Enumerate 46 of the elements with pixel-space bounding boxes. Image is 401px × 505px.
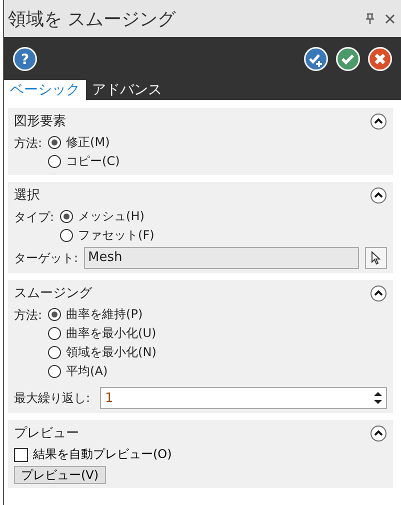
iterations-field[interactable]: 1 bbox=[100, 387, 387, 409]
spin-arrows-icon[interactable] bbox=[374, 391, 382, 405]
section-title: プレビュー bbox=[14, 425, 79, 442]
radio-label: メッシュ(H) bbox=[78, 208, 144, 225]
radio-label: 領域を最小化(N) bbox=[66, 344, 156, 361]
radio-label: ファセット(F) bbox=[78, 227, 154, 244]
radio-button[interactable] bbox=[48, 155, 62, 168]
checkbox-label: 結果を自動プレビュー(O) bbox=[33, 446, 172, 463]
radio-label: 平均(A) bbox=[66, 363, 108, 380]
window-title: 領域を スムージング bbox=[8, 8, 177, 30]
collapse-icon[interactable] bbox=[370, 112, 387, 130]
preview-button[interactable]: プレビュー(V) bbox=[14, 466, 106, 484]
radio-label: コピー(C) bbox=[66, 153, 120, 170]
radio-button[interactable] bbox=[48, 346, 62, 359]
radio-button[interactable] bbox=[48, 308, 62, 321]
help-icon[interactable]: ? bbox=[12, 46, 38, 72]
apply-icon[interactable] bbox=[303, 46, 329, 72]
radio-button[interactable] bbox=[48, 136, 62, 149]
radio-button[interactable] bbox=[48, 327, 62, 340]
collapse-icon[interactable] bbox=[370, 284, 387, 302]
section-title: 図形要素 bbox=[14, 113, 66, 130]
radio-label: 曲率を維持(P) bbox=[66, 306, 143, 323]
checkbox[interactable] bbox=[14, 448, 28, 462]
field-label: 方法: bbox=[14, 307, 42, 324]
field-label: 最大繰り返し: bbox=[14, 390, 92, 407]
select-button[interactable] bbox=[365, 247, 387, 269]
field-label: ターゲット: bbox=[14, 250, 78, 267]
radio-button[interactable] bbox=[60, 210, 74, 223]
radio-label: 曲率を最小化(U) bbox=[66, 325, 156, 342]
tab[interactable]: ベーシック bbox=[4, 80, 86, 100]
radio-button[interactable] bbox=[60, 229, 74, 242]
section-title: スムージング bbox=[14, 285, 92, 302]
radio-button[interactable] bbox=[48, 365, 62, 378]
checkmark-icon[interactable] bbox=[335, 46, 361, 72]
close-icon[interactable] bbox=[385, 14, 395, 24]
cancel-icon[interactable] bbox=[367, 46, 393, 72]
collapse-icon[interactable] bbox=[370, 186, 387, 204]
pin-icon[interactable] bbox=[365, 12, 375, 24]
radio-label: 修正(M) bbox=[66, 134, 110, 151]
target-field[interactable]: Mesh bbox=[84, 247, 359, 269]
section-title: 選択 bbox=[14, 187, 40, 204]
tab[interactable]: アドバンス bbox=[86, 80, 168, 100]
collapse-icon[interactable] bbox=[370, 424, 387, 442]
field-label: タイプ: bbox=[14, 209, 54, 226]
cursor-icon bbox=[370, 251, 382, 265]
field-label: 方法: bbox=[14, 135, 42, 152]
